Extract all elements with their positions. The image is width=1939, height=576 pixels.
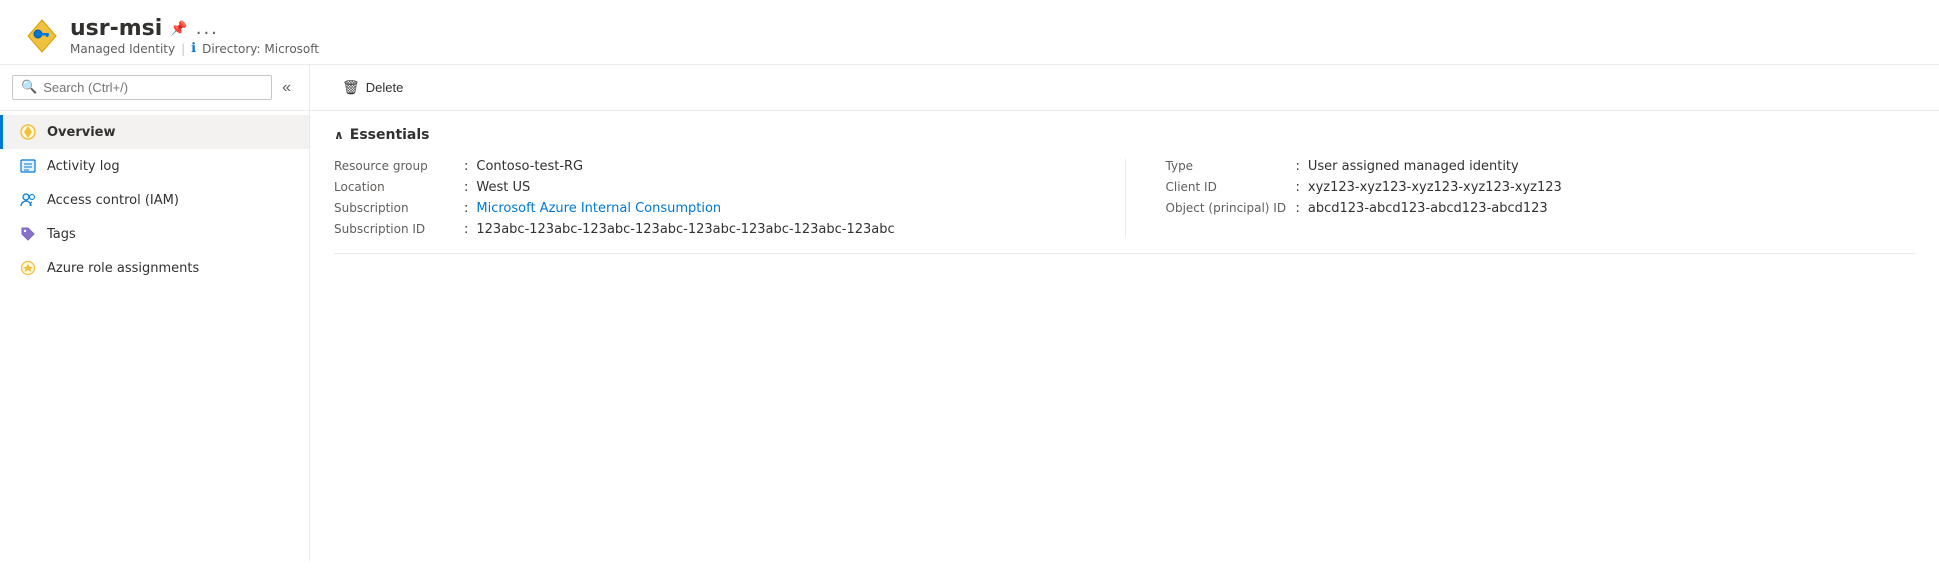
label-subscription-id: Subscription ID [334, 222, 464, 236]
info-icon[interactable]: ℹ [191, 41, 196, 56]
delete-button[interactable]: 🗑 Delete [334, 75, 411, 100]
pin-icon[interactable]: 📌 [170, 21, 187, 37]
essentials-row-subscription: Subscription : Microsoft Azure Internal … [334, 201, 1085, 216]
header-title-group: usr-msi 📌 ... Managed Identity | ℹ Direc… [70, 16, 319, 56]
sep-subscription: : [464, 201, 468, 216]
value-subscription-id: 123abc-123abc-123abc-123abc-123abc-123ab… [476, 222, 894, 237]
more-options-icon[interactable]: ... [196, 18, 219, 39]
content-area: 🗑 Delete ∧ Essentials Resource group : C… [310, 65, 1939, 561]
subtitle-divider: | [181, 42, 185, 56]
essentials-section: ∧ Essentials Resource group : Contoso-te… [310, 111, 1939, 253]
value-resource-group: Contoso-test-RG [476, 159, 583, 174]
sidebar-item-label-iam: Access control (IAM) [47, 193, 179, 208]
page-title: usr-msi [70, 16, 162, 41]
label-location: Location [334, 180, 464, 194]
activity-log-icon [19, 157, 37, 175]
sidebar-search-row: 🔍 « [0, 65, 309, 111]
search-input[interactable] [43, 80, 263, 95]
value-location: West US [476, 180, 530, 195]
sidebar-item-overview[interactable]: Overview [0, 115, 309, 149]
header-subtitle: Managed Identity | ℹ Directory: Microsof… [70, 41, 319, 56]
sep-sub-id: : [464, 222, 468, 237]
label-client-id: Client ID [1166, 180, 1296, 194]
essentials-title: Essentials [350, 127, 430, 143]
value-client-id: xyz123-xyz123-xyz123-xyz123-xyz123 [1308, 180, 1562, 195]
sep-type: : [1296, 159, 1300, 174]
section-divider [334, 253, 1915, 254]
sep-location: : [464, 180, 468, 195]
essentials-row-type: Type : User assigned managed identity [1166, 159, 1916, 174]
delete-icon: 🗑 [342, 79, 360, 96]
collapse-button[interactable]: « [276, 77, 297, 99]
page-header: usr-msi 📌 ... Managed Identity | ℹ Direc… [0, 0, 1939, 65]
sidebar-item-tags[interactable]: Tags [0, 217, 309, 251]
value-object-id: abcd123-abcd123-abcd123-abcd123 [1308, 201, 1548, 216]
main-layout: 🔍 « Overview [0, 65, 1939, 561]
sidebar-nav: Overview Activity log [0, 111, 309, 289]
value-type: User assigned managed identity [1308, 159, 1519, 174]
sep-client-id: : [1296, 180, 1300, 195]
essentials-row-client-id: Client ID : xyz123-xyz123-xyz123-xyz123-… [1166, 180, 1916, 195]
value-subscription[interactable]: Microsoft Azure Internal Consumption [476, 201, 721, 216]
sep-object-id: : [1296, 201, 1300, 216]
toolbar: 🗑 Delete [310, 65, 1939, 111]
label-type: Type [1166, 159, 1296, 173]
tags-icon [19, 225, 37, 243]
sidebar-item-label-tags: Tags [47, 227, 76, 242]
label-object-id: Object (principal) ID [1166, 201, 1296, 215]
essentials-grid: Resource group : Contoso-test-RG Locatio… [334, 159, 1915, 237]
essentials-row-object-id: Object (principal) ID : abcd123-abcd123-… [1166, 201, 1916, 216]
sidebar-item-label-azure-role: Azure role assignments [47, 261, 199, 276]
sidebar: 🔍 « Overview [0, 65, 310, 561]
resource-icon [24, 18, 60, 54]
access-control-icon [19, 191, 37, 209]
subtitle-directory: Directory: Microsoft [202, 42, 319, 56]
sidebar-item-azure-role[interactable]: Azure role assignments [0, 251, 309, 285]
label-resource-group: Resource group [334, 159, 464, 173]
sidebar-item-activity-log[interactable]: Activity log [0, 149, 309, 183]
azure-role-icon [19, 259, 37, 277]
essentials-header[interactable]: ∧ Essentials [334, 127, 1915, 143]
sidebar-item-label-activity-log: Activity log [47, 159, 120, 174]
essentials-row-rg: Resource group : Contoso-test-RG [334, 159, 1085, 174]
essentials-left: Resource group : Contoso-test-RG Locatio… [334, 159, 1125, 237]
sidebar-item-access-control[interactable]: Access control (IAM) [0, 183, 309, 217]
label-subscription: Subscription [334, 201, 464, 215]
essentials-right: Type : User assigned managed identity Cl… [1125, 159, 1916, 237]
essentials-row-location: Location : West US [334, 180, 1085, 195]
subtitle-type: Managed Identity [70, 42, 175, 56]
essentials-row-sub-id: Subscription ID : 123abc-123abc-123abc-1… [334, 222, 1085, 237]
sep-rg: : [464, 159, 468, 174]
search-icon: 🔍 [21, 80, 37, 95]
sidebar-search-container[interactable]: 🔍 [12, 75, 272, 100]
delete-label: Delete [366, 80, 404, 95]
chevron-up-icon: ∧ [334, 128, 344, 142]
sidebar-item-label-overview: Overview [47, 125, 116, 140]
overview-icon [19, 123, 37, 141]
